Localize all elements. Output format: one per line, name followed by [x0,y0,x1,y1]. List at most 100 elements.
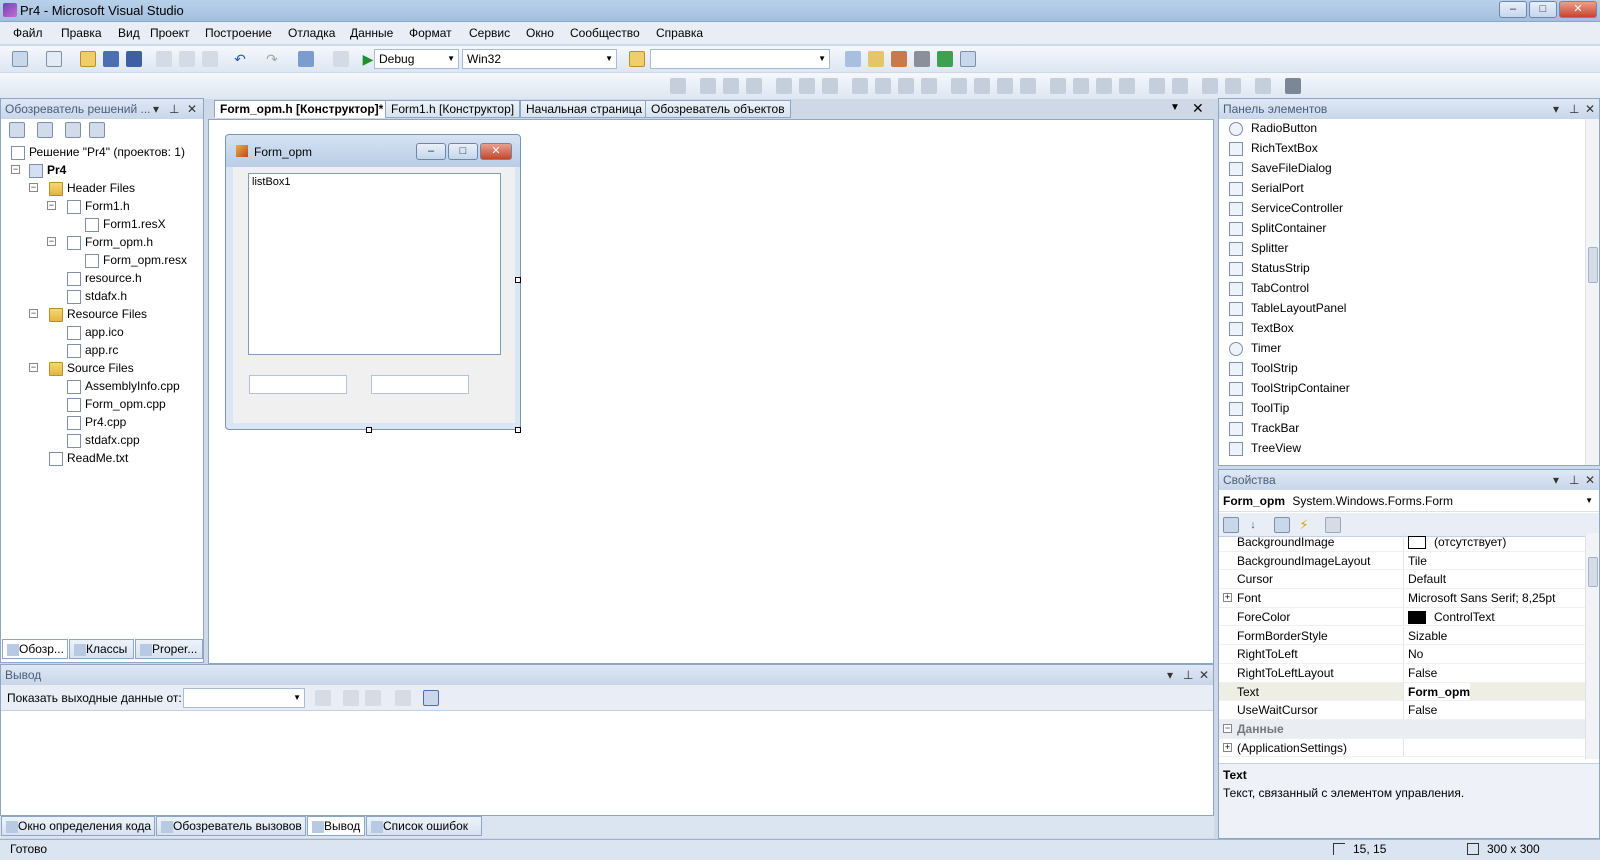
properties-scrollbar[interactable] [1585,533,1599,759]
toolbox-item[interactable]: TextBox [1229,319,1294,338]
open-file-icon[interactable] [80,51,96,67]
toolbox-item[interactable]: TrackBar [1229,419,1299,438]
vertical-spacing-icon[interactable] [1050,78,1066,94]
send-to-back-icon[interactable] [1225,78,1241,94]
toolbox-item[interactable]: ToolTip [1229,399,1289,418]
start-page-icon[interactable] [937,51,953,67]
align-bottoms-icon[interactable] [822,78,838,94]
chevron-down-icon[interactable]: ▾ [1553,470,1559,490]
toolbox-item[interactable]: ServiceController [1229,199,1343,218]
property-row[interactable]: + Font Microsoft Sans Serif; 8,25pt [1219,589,1585,608]
tree-file[interactable]: stdafx.h [67,287,127,305]
object-selector[interactable]: Form_opm System.Windows.Forms.Form ▼ [1219,490,1599,512]
toolbox-item[interactable]: SaveFileDialog [1229,159,1332,178]
copy-icon[interactable] [179,51,195,67]
tree-file[interactable]: app.ico [67,323,124,341]
property-row[interactable]: RightToLeftLayout False [1219,663,1585,683]
collapse-icon[interactable]: − [29,183,38,192]
tab-code-definition[interactable]: Окно определения кода [1,816,155,836]
menu-window[interactable]: Окно [526,26,554,40]
properties-view-icon[interactable] [1274,517,1290,533]
tree-file[interactable]: Form_opm.resx [85,251,187,269]
toolbox-item[interactable]: SplitContainer [1229,219,1326,238]
maximize-button[interactable]: □ [1529,1,1557,18]
tree-file[interactable]: Form1.h [67,197,130,215]
pin-icon[interactable]: ⊥ [1569,99,1579,119]
toolbox-item[interactable]: ToolStripContainer [1229,379,1350,398]
chevron-down-icon[interactable]: ▼ [1170,102,1180,113]
decrease-vertical-spacing-icon[interactable] [1096,78,1112,94]
object-browser-icon[interactable] [891,51,907,67]
toolbox-item[interactable]: Splitter [1229,239,1288,258]
find-in-files-icon[interactable] [629,51,645,67]
collapse-icon[interactable]: − [47,237,56,246]
navigate-forward-icon[interactable] [333,51,349,67]
toolbox-item[interactable]: StatusStrip [1229,259,1310,278]
menu-project[interactable]: Проект [150,26,190,40]
property-row[interactable]: BackgroundImageLayout Tile [1219,551,1585,571]
menu-format[interactable]: Формат [409,26,452,40]
toolbox-icon[interactable] [914,51,930,67]
expand-icon[interactable]: + [1223,593,1232,603]
tree-folder[interactable]: Resource Files [49,305,147,323]
listbox1[interactable]: listBox1 [248,173,501,355]
tree-file[interactable]: Form_opm.cpp [67,395,166,413]
toolbox-item[interactable]: SerialPort [1229,179,1304,198]
tree-project[interactable]: Pr4 [29,161,66,179]
paste-icon[interactable] [202,51,218,67]
property-row-selected[interactable]: Text Form_opm [1219,682,1585,702]
collapse-icon[interactable]: − [29,363,38,372]
previous-message-icon[interactable] [343,690,359,706]
resize-handle-corner[interactable] [515,427,521,433]
solution-explorer-icon[interactable] [845,51,861,67]
category-row[interactable]: − Данные [1219,720,1585,739]
add-item-icon[interactable] [46,51,62,67]
cut-icon[interactable] [156,51,172,67]
align-centers-icon[interactable] [723,78,739,94]
chevron-down-icon[interactable]: ▾ [1167,665,1173,685]
collapse-icon[interactable]: − [11,165,20,174]
toolbox-item[interactable]: TableLayoutPanel [1229,299,1346,318]
expand-icon[interactable]: + [1223,742,1232,752]
tab-start-page[interactable]: Начальная страница [520,100,649,118]
tab-call-browser[interactable]: Обозреватель вызовов [156,816,306,836]
redo-icon[interactable]: ↷ [264,51,280,67]
property-value[interactable]: Form_opm [1403,682,1471,701]
tree-file[interactable]: Pr4.cpp [67,413,126,431]
textbox-2[interactable] [371,375,469,394]
resize-handle-bottom[interactable] [366,427,372,433]
menu-file[interactable]: Файл [13,26,43,40]
toolbox-item[interactable]: TreeView [1229,439,1301,458]
toolbox-item[interactable]: Timer [1229,339,1281,358]
tab-property-manager[interactable]: Proper... [135,639,203,659]
menu-community[interactable]: Сообщество [570,26,640,40]
tree-file[interactable]: app.rc [67,341,118,359]
close-icon[interactable]: ✕ [187,99,197,119]
toolbox-item[interactable]: RichTextBox [1229,139,1318,158]
close-icon[interactable]: ✕ [1585,470,1595,490]
align-lefts-icon[interactable] [700,78,716,94]
next-message-icon[interactable] [365,690,381,706]
horizontal-spacing-icon[interactable] [951,78,967,94]
tree-file[interactable]: ReadMe.txt [49,449,128,467]
property-row[interactable]: FormBorderStyle Sizable [1219,626,1585,646]
close-icon[interactable]: ✕ [1585,99,1595,119]
tab-error-list[interactable]: Список ошибок [366,816,482,836]
property-row[interactable]: BackgroundImage (отсутствует) [1219,533,1585,552]
property-row[interactable]: UseWaitCursor False [1219,701,1585,720]
tree-folder[interactable]: Source Files [49,359,134,377]
menu-data[interactable]: Данные [350,26,393,40]
bring-to-front-icon[interactable] [1202,78,1218,94]
close-icon[interactable]: ✕ [1199,665,1209,685]
toolbox-item[interactable]: ToolStrip [1229,359,1298,378]
make-same-width-icon[interactable] [852,78,868,94]
tab-object-browser[interactable]: Обозреватель объектов [645,100,791,118]
events-lightning-icon[interactable]: ⚡ [1296,517,1312,533]
toolbox-scrollbar[interactable] [1585,119,1599,465]
tab-output[interactable]: Вывод [307,816,365,836]
configuration-select[interactable]: Debug ▼ [374,49,459,69]
align-to-grid-icon[interactable] [670,78,686,94]
find-message-icon[interactable] [315,690,331,706]
refresh-icon[interactable] [65,122,81,138]
align-tops-icon[interactable] [776,78,792,94]
